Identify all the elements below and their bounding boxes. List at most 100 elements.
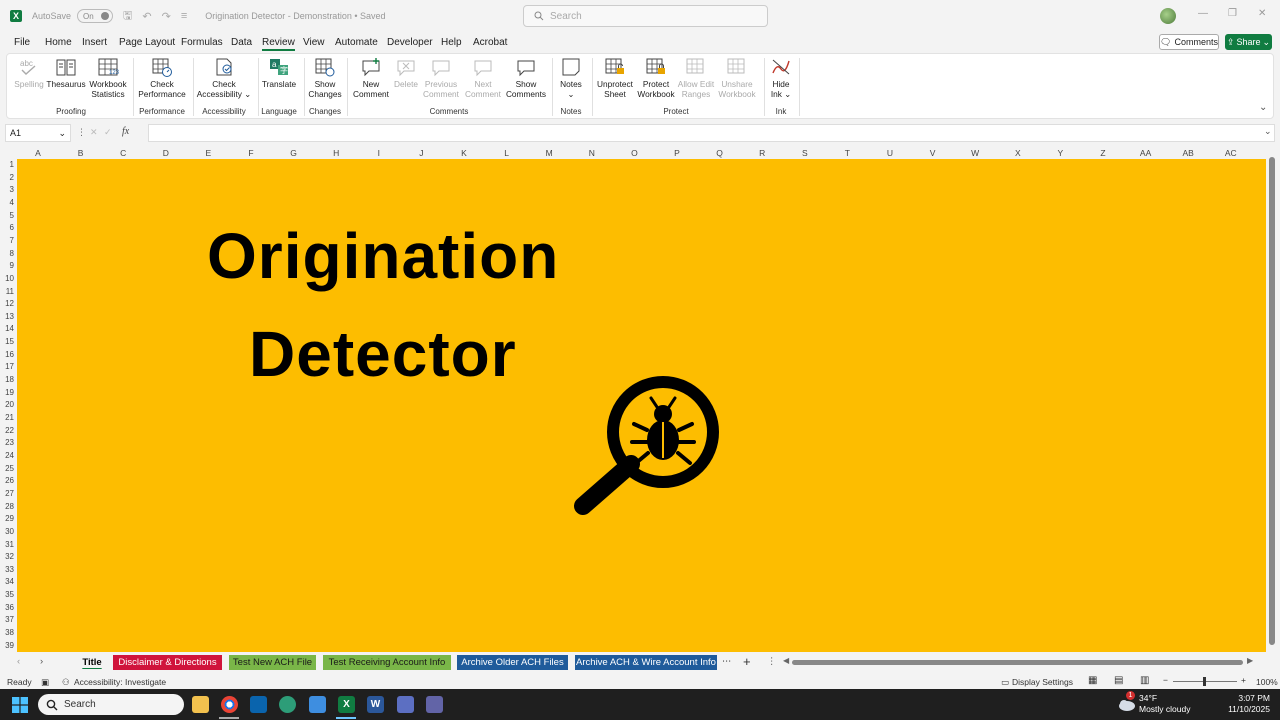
menu-developer[interactable]: Developer [387, 37, 433, 48]
row-header[interactable]: 37 [5, 615, 14, 624]
menu-page-layout[interactable]: Page Layout [119, 37, 175, 48]
check-accessibility-button[interactable]: Check Accessibility ⌄ [196, 57, 252, 99]
row-header[interactable]: 11 [6, 287, 14, 296]
row-header[interactable]: 32 [5, 552, 14, 561]
scroll-right-icon[interactable]: ▶ [1247, 656, 1253, 665]
protect-workbook-button[interactable]: Protect Workbook [635, 57, 677, 99]
display-settings-icon[interactable]: ▭ [1001, 677, 1009, 688]
weather-widget[interactable]: 34°F Mostly cloudy [1139, 693, 1191, 715]
more-options-icon[interactable]: ⋮ [77, 127, 86, 138]
row-header[interactable]: 20 [5, 400, 14, 409]
column-header[interactable]: P [674, 148, 680, 158]
row-header[interactable]: 9 [10, 261, 14, 270]
row-header[interactable]: 38 [5, 628, 14, 637]
column-header[interactable]: C [120, 148, 126, 158]
menu-formulas[interactable]: Formulas [181, 37, 223, 48]
zoom-level[interactable]: 100% [1256, 677, 1278, 687]
autosave-toggle[interactable]: On [77, 9, 114, 23]
column-header[interactable]: H [333, 148, 339, 158]
save-icon[interactable]: 🖫 [123, 7, 132, 26]
scroll-tabs-left-icon[interactable]: ‹ [17, 656, 20, 667]
allow-edit-ranges-button[interactable]: Allow Edit Ranges [677, 57, 715, 99]
row-header[interactable]: 2 [10, 173, 14, 182]
show-changes-button[interactable]: Show Changes [307, 57, 343, 99]
collapse-ribbon-icon[interactable]: ⌄ [1259, 102, 1267, 113]
sheet-tab[interactable]: Disclaimer & Directions [113, 655, 222, 670]
menu-help[interactable]: Help [441, 37, 462, 48]
row-header[interactable]: 29 [5, 514, 14, 523]
column-header[interactable]: T [845, 148, 850, 158]
sheet-tab[interactable]: Test Receiving Account Info [323, 655, 451, 670]
vertical-scroll-thumb[interactable] [1269, 157, 1275, 645]
row-header[interactable]: 15 [5, 337, 14, 346]
row-header[interactable]: 16 [5, 350, 14, 359]
share-button[interactable]: ⇪ Share ⌄ [1225, 34, 1272, 50]
insert-function-icon[interactable]: fx [122, 126, 129, 137]
column-header[interactable]: X [1015, 148, 1021, 158]
column-header[interactable]: G [290, 148, 297, 158]
column-header[interactable]: Z [1100, 148, 1105, 158]
row-header[interactable]: 39 [5, 641, 14, 650]
next-comment-button[interactable]: Next Comment [463, 57, 503, 99]
column-header[interactable]: S [802, 148, 808, 158]
menu-data[interactable]: Data [231, 37, 252, 48]
zoom-out-icon[interactable]: − [1163, 675, 1168, 685]
column-header[interactable]: U [887, 148, 893, 158]
row-header[interactable]: 5 [10, 211, 14, 220]
file-explorer-icon[interactable] [192, 696, 209, 713]
maximize-icon[interactable]: ❐ [1228, 8, 1237, 19]
row-header[interactable]: 3 [10, 185, 14, 194]
accessibility-status[interactable]: Accessibility: Investigate [74, 677, 166, 687]
macro-record-icon[interactable]: ▣ [41, 677, 49, 688]
row-header[interactable]: 26 [5, 476, 14, 485]
worksheet-area[interactable]: Origination Detector [17, 159, 1266, 652]
hide-ink-button[interactable]: Hide Ink ⌄ [767, 57, 795, 99]
row-header[interactable]: 27 [5, 489, 14, 498]
cancel-entry-icon[interactable]: ✕ [90, 127, 98, 138]
word-icon[interactable]: W [367, 696, 384, 713]
row-header[interactable]: 30 [5, 527, 14, 536]
more-sheets-icon[interactable]: ⋯ [722, 656, 732, 667]
row-header[interactable]: 12 [5, 299, 14, 308]
row-header[interactable]: 36 [5, 603, 14, 612]
column-header[interactable]: V [930, 148, 936, 158]
translate-button[interactable]: a字 Translate [261, 57, 297, 99]
unprotect-sheet-button[interactable]: Unprotect Sheet [595, 57, 635, 99]
previous-comment-button[interactable]: Previous Comment [421, 57, 461, 99]
column-header[interactable]: AA [1140, 148, 1151, 158]
row-header[interactable]: 31 [5, 540, 14, 549]
column-header[interactable]: AC [1225, 148, 1237, 158]
row-header[interactable]: 35 [5, 590, 14, 599]
spelling-button[interactable]: abc Spelling [13, 57, 45, 99]
thesaurus-button[interactable]: Thesaurus [46, 57, 86, 99]
menu-review[interactable]: Review [262, 37, 295, 51]
row-header[interactable]: 4 [10, 198, 14, 207]
column-header[interactable]: J [419, 148, 423, 158]
page-layout-view-icon[interactable]: ▤ [1114, 675, 1123, 686]
column-header[interactable]: M [546, 148, 553, 158]
confirm-entry-icon[interactable]: ✓ [104, 127, 112, 138]
new-comment-button[interactable]: New Comment [351, 57, 391, 99]
row-header[interactable]: 10 [5, 274, 14, 283]
redo-icon[interactable]: ↷ [162, 10, 171, 23]
accessibility-icon[interactable]: ⚇ [62, 677, 70, 688]
scroll-left-icon[interactable]: ◀ [783, 656, 789, 665]
column-header[interactable]: F [248, 148, 253, 158]
tab-options-icon[interactable]: ⋮ [767, 656, 777, 667]
comments-button[interactable]: 🗨 Comments [1159, 34, 1219, 50]
notes-button[interactable]: Notes ⌄ [555, 57, 587, 99]
row-header[interactable]: 6 [10, 223, 14, 232]
display-settings[interactable]: Display Settings [1012, 677, 1073, 687]
row-header[interactable]: 14 [5, 324, 14, 333]
horizontal-scroll-thumb[interactable] [792, 660, 1243, 665]
menu-insert[interactable]: Insert [82, 37, 107, 48]
workbook-statistics-button[interactable]: 123 Workbook Statistics [87, 57, 129, 99]
zoom-in-icon[interactable]: + [1241, 675, 1246, 685]
sheet-tab[interactable]: Test New ACH File [229, 655, 316, 670]
column-header[interactable]: D [163, 148, 169, 158]
row-header[interactable]: 34 [5, 577, 14, 586]
formula-input[interactable] [148, 124, 1275, 142]
unshare-workbook-button[interactable]: Unshare Workbook [716, 57, 758, 99]
row-header[interactable]: 33 [5, 565, 14, 574]
menu-home[interactable]: Home [45, 37, 72, 48]
